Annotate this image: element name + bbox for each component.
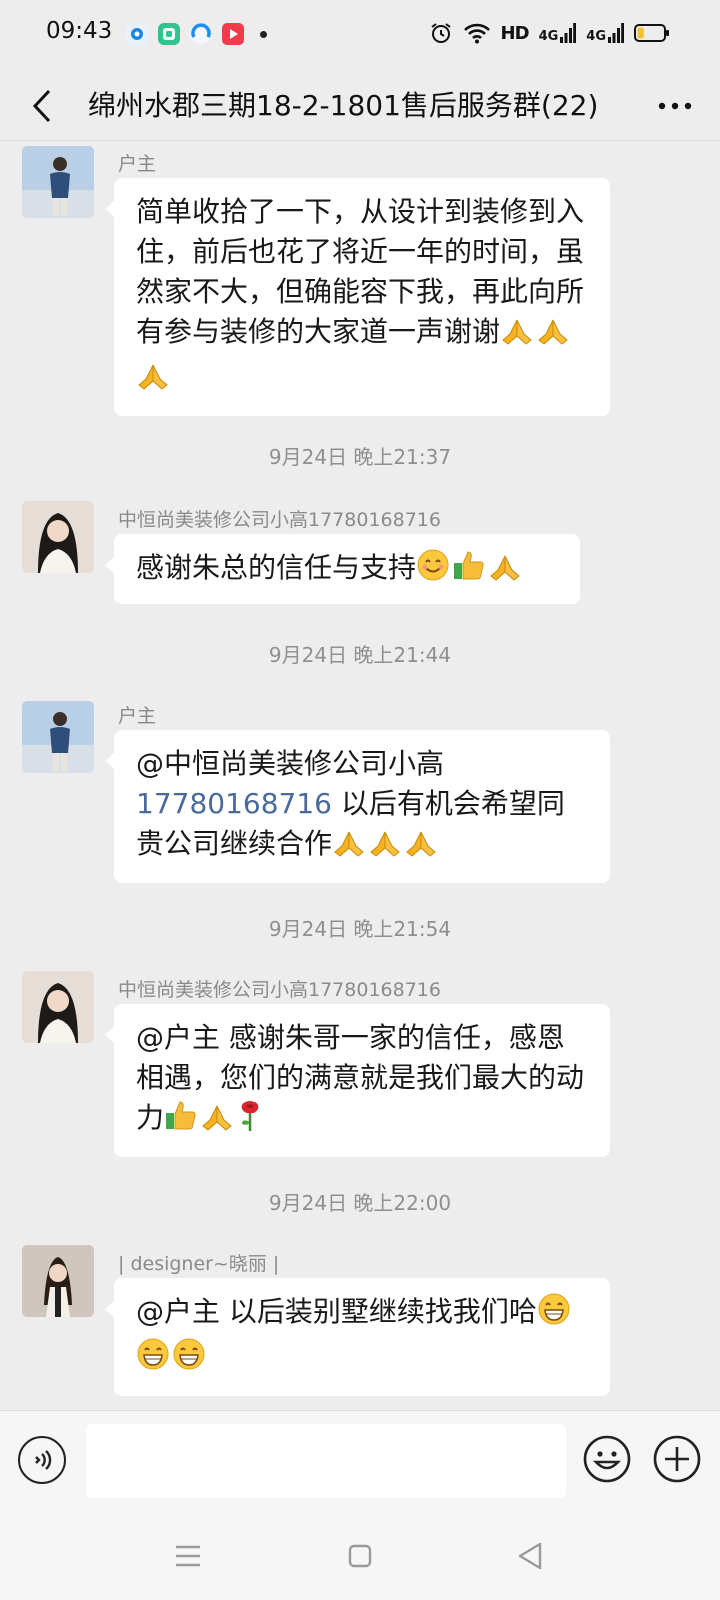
- more-options-button[interactable]: [652, 84, 698, 128]
- more-notifications-dot: [260, 30, 267, 38]
- chevron-left-icon: [32, 89, 51, 123]
- timestamp: 9月24日 晚上21:54: [268, 917, 452, 941]
- pray-emoji-icon: [136, 361, 170, 402]
- menu-icon: [176, 1545, 200, 1567]
- signal-2: 4G: [586, 23, 624, 43]
- square-app-icon: [158, 23, 180, 45]
- chat-header: 绵州水郡三期18-2-1801售后服务群(22): [0, 72, 720, 141]
- avatar[interactable]: [22, 1245, 94, 1317]
- mention-number-link[interactable]: 17780168716: [136, 787, 332, 820]
- video-app-icon: [222, 23, 244, 45]
- pray-emoji-icon: [488, 552, 522, 593]
- sender-name: | designer~晓丽 |: [118, 1253, 280, 1275]
- pray-emoji-icon: [500, 316, 534, 357]
- smile-emoji-icon: [416, 548, 450, 593]
- plus-circle-icon: [653, 1435, 701, 1483]
- message-bubble[interactable]: @中恒尚美装修公司小高 17780168716 以后有机会希望同贵公司继续合作: [105, 730, 610, 883]
- pray-emoji-icon: [536, 316, 570, 357]
- input-bar: [0, 1410, 720, 1511]
- emoji-button[interactable]: [582, 1434, 632, 1484]
- back-button[interactable]: [22, 82, 62, 130]
- message-bubble[interactable]: @户主 以后装别墅继续找我们哈: [105, 1278, 610, 1396]
- back-nav-button[interactable]: [510, 1536, 550, 1576]
- message-bubble[interactable]: 感谢朱总的信任与支持: [105, 534, 580, 604]
- timestamp: 9月24日 晚上21:44: [268, 643, 452, 667]
- pray-emoji-icon: [404, 828, 438, 869]
- signal-bars-icon: [608, 23, 624, 43]
- sender-name: 户主: [118, 705, 157, 727]
- home-square-icon: [348, 1544, 372, 1568]
- avatar[interactable]: [22, 501, 94, 573]
- sender-name: 中恒尚美装修公司小高17780168716: [118, 979, 441, 1001]
- sender-name: 户主: [118, 153, 157, 175]
- pray-emoji-icon: [200, 1102, 234, 1143]
- back-triangle-icon: [518, 1542, 542, 1570]
- smiley-icon: [583, 1435, 631, 1483]
- timestamp: 9月24日 晚上21:37: [268, 445, 452, 469]
- signal-label: 4G: [538, 29, 559, 44]
- emoji-group: [332, 827, 440, 860]
- voice-wave-icon: [35, 1450, 52, 1470]
- avatar[interactable]: [22, 146, 94, 218]
- grin-emoji-icon: [172, 1337, 206, 1382]
- timestamp: 9月24日 晚上22:00: [268, 1191, 452, 1215]
- rose-emoji-icon: [236, 1098, 264, 1143]
- avatar[interactable]: [22, 971, 94, 1043]
- emoji-group: [164, 1101, 266, 1134]
- chat-title: 绵州水郡三期18-2-1801售后服务群(22): [88, 89, 599, 122]
- status-time: 09:43: [46, 18, 113, 44]
- pray-emoji-icon: [368, 828, 402, 869]
- wifi-icon: [463, 23, 490, 44]
- home-button[interactable]: [340, 1536, 380, 1576]
- mention-text[interactable]: @中恒尚美装修公司小高: [136, 747, 444, 780]
- thumbs-up-emoji-icon: [164, 1098, 198, 1143]
- alarm-icon: [430, 23, 451, 43]
- signal-label: 4G: [586, 29, 606, 44]
- message-bubble[interactable]: @户主 感谢朱哥一家的信任，感恩相遇，您们的满意就是我们最大的动力: [105, 1004, 610, 1157]
- message-list[interactable]: 户主 简单收拾了一下，从设计到装修到入住，前后也花了将近一年的时间，虽然家不大，…: [0, 141, 720, 1410]
- message-text: 感谢朱总的信任与支持: [136, 551, 417, 584]
- status-bar: 09:43 HD 4G 4G: [0, 0, 720, 72]
- notification-icons: [126, 23, 267, 45]
- thumbs-up-emoji-icon: [452, 548, 486, 593]
- message-text: @户主 以后装别墅继续找我们哈: [136, 1295, 537, 1328]
- hd-label: HD: [500, 22, 530, 44]
- circle-app-icon: [126, 23, 148, 45]
- status-indicators: HD 4G 4G: [429, 21, 670, 45]
- menu-button[interactable]: [168, 1536, 208, 1576]
- battery-icon: [634, 24, 669, 42]
- pray-emoji-icon: [332, 828, 366, 869]
- signal-1: 4G: [539, 23, 577, 43]
- grin-emoji-icon: [136, 1337, 170, 1382]
- signal-bars-icon: [560, 23, 577, 43]
- avatar[interactable]: [22, 701, 94, 773]
- more-dots-icon: [658, 102, 692, 110]
- emoji-group: [416, 549, 524, 584]
- browser-app-icon: [190, 23, 212, 45]
- more-actions-button[interactable]: [652, 1434, 702, 1484]
- system-nav-bar: [0, 1510, 720, 1600]
- message-input[interactable]: [86, 1424, 566, 1498]
- message-bubble[interactable]: 简单收拾了一下，从设计到装修到入住，前后也花了将近一年的时间，虽然家不大，但确能…: [105, 178, 610, 416]
- grin-emoji-icon: [537, 1292, 571, 1337]
- sender-name: 中恒尚美装修公司小高17780168716: [118, 509, 441, 531]
- voice-input-button[interactable]: [18, 1436, 66, 1484]
